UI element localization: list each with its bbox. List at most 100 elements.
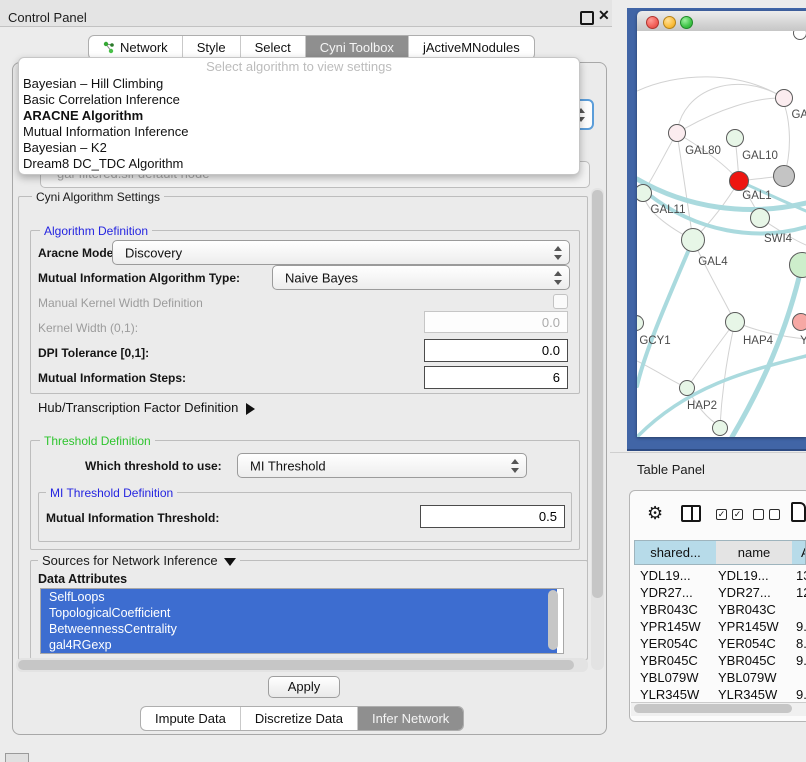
node-label: GAL bbox=[791, 109, 806, 121]
control-panel-title: Control Panel bbox=[8, 10, 87, 25]
export-table-icon[interactable] bbox=[791, 502, 806, 522]
node-label: HAP4 bbox=[743, 335, 773, 347]
data-attributes-list[interactable]: SelfLoopsTopologicalCoefficientBetweenne… bbox=[40, 588, 564, 654]
mi-type-label: Mutual Information Algorithm Type: bbox=[38, 271, 240, 285]
network-node-gal80[interactable] bbox=[668, 124, 686, 142]
sources-group-title[interactable]: Sources for Network Inference bbox=[38, 553, 240, 568]
mi-threshold-field[interactable]: 0.5 bbox=[420, 505, 565, 528]
algorithm-definition-title: Algorithm Definition bbox=[40, 224, 152, 238]
deselect-all-columns-icon[interactable] bbox=[769, 509, 780, 520]
tab-select[interactable]: Select bbox=[241, 36, 306, 59]
which-threshold-combo[interactable]: MI Threshold bbox=[237, 453, 527, 478]
hub-definition-disclosure[interactable]: Hub/Transcription Factor Definition bbox=[38, 400, 255, 415]
attr-list-scrollbar[interactable] bbox=[548, 590, 558, 650]
aracne-mode-combo[interactable]: Discovery bbox=[112, 240, 570, 265]
mi-steps-field[interactable]: 6 bbox=[424, 366, 568, 389]
table-row[interactable]: YPR145WYPR145W9. bbox=[630, 619, 806, 636]
gear-icon[interactable]: ⚙ bbox=[647, 503, 663, 524]
close-icon[interactable]: ✕ bbox=[598, 7, 610, 24]
deselect-all-columns-icon[interactable] bbox=[753, 509, 764, 520]
apply-button[interactable]: Apply bbox=[268, 676, 340, 698]
algorithm-option[interactable]: Basic Correlation Inference bbox=[23, 92, 180, 108]
table-cell: YBL079W bbox=[640, 670, 712, 685]
table-cell: YPR145W bbox=[718, 619, 790, 634]
column-header-shared[interactable]: shared... bbox=[634, 540, 717, 565]
table-hscrollbar-thumb[interactable] bbox=[634, 704, 792, 713]
algorithm-option[interactable]: Mutual Information Inference bbox=[23, 124, 188, 140]
minimize-traffic-light-icon[interactable] bbox=[663, 16, 676, 29]
table-cell: YBL079W bbox=[718, 670, 790, 685]
table-row[interactable]: YER054CYER054C8. bbox=[630, 636, 806, 653]
table-cell: YDL19... bbox=[718, 568, 790, 583]
tab-style[interactable]: Style bbox=[183, 36, 241, 59]
network-node[interactable] bbox=[712, 420, 728, 436]
network-node[interactable] bbox=[773, 165, 795, 187]
tab-impute-data[interactable]: Impute Data bbox=[141, 707, 241, 730]
kernel-width-field[interactable]: 0.0 bbox=[424, 311, 568, 333]
split-view-icon[interactable] bbox=[681, 505, 701, 522]
algorithm-option[interactable]: Bayesian – Hill Climbing bbox=[23, 76, 163, 92]
mi-type-combo[interactable]: Naive Bayes bbox=[272, 265, 570, 290]
sources-title-label: Sources for Network Inference bbox=[42, 553, 218, 568]
threshold-definition-title: Threshold Definition bbox=[40, 434, 155, 448]
algorithm-dropdown-popup: Select algorithm to view settings Bayesi… bbox=[18, 57, 580, 175]
data-attribute-item[interactable]: gal4RGexp bbox=[41, 637, 557, 653]
select-all-columns-icon[interactable]: ✓ bbox=[732, 509, 743, 520]
table-cell: YLR345W bbox=[640, 687, 712, 702]
tab-label: Style bbox=[197, 40, 226, 55]
zoom-traffic-light-icon[interactable] bbox=[680, 16, 693, 29]
network-node-y[interactable] bbox=[792, 313, 806, 331]
table-cell: 12 bbox=[796, 585, 806, 600]
node-label: GCY1 bbox=[639, 335, 670, 347]
table-cell: 9. bbox=[796, 687, 806, 702]
algorithm-option[interactable]: ARACNE Algorithm bbox=[23, 108, 143, 124]
data-attribute-item[interactable]: TopologicalCoefficient bbox=[41, 605, 557, 621]
network-icon bbox=[103, 41, 115, 54]
network-node-gal10[interactable] bbox=[726, 129, 744, 147]
tab-jactivemnodules[interactable]: jActiveMNodules bbox=[409, 36, 534, 59]
table-cell: YDL19... bbox=[640, 568, 712, 583]
tab-discretize-data[interactable]: Discretize Data bbox=[241, 707, 358, 730]
network-node-hap2[interactable] bbox=[679, 380, 695, 396]
settings-vscrollbar-thumb[interactable] bbox=[592, 190, 603, 598]
network-node-gal[interactable] bbox=[775, 89, 793, 107]
manual-kernel-checkbox[interactable] bbox=[553, 294, 568, 309]
network-node[interactable] bbox=[793, 31, 806, 40]
node-label: GAL1 bbox=[742, 190, 771, 202]
algorithm-option[interactable]: Dream8 DC_TDC Algorithm bbox=[23, 156, 183, 172]
table-row[interactable]: YBR045CYBR045C9. bbox=[630, 653, 806, 670]
table-row[interactable]: YDR27...YDR27...12 bbox=[630, 585, 806, 602]
data-attributes-label: Data Attributes bbox=[38, 572, 127, 586]
algorithm-option[interactable]: Bayesian – K2 bbox=[23, 140, 107, 156]
table-row[interactable]: YBR043CYBR043C bbox=[630, 602, 806, 619]
tab-label: Select bbox=[255, 40, 291, 55]
aracne-mode-value: Discovery bbox=[125, 245, 182, 260]
float-window-icon[interactable] bbox=[580, 11, 594, 25]
table-cell: YBR045C bbox=[640, 653, 712, 668]
data-attribute-item[interactable]: SelfLoops bbox=[41, 589, 557, 605]
dpi-tolerance-field[interactable]: 0.0 bbox=[424, 339, 568, 362]
data-attribute-item[interactable]: BetweennessCentrality bbox=[41, 621, 557, 637]
table-row[interactable]: YDL19...YDL19...13 bbox=[630, 568, 806, 585]
network-canvas[interactable]: GALGAL80GAL10GAL11GAL1SWI4GAL4GCY1HAP4YH… bbox=[637, 31, 806, 437]
network-node[interactable] bbox=[729, 171, 749, 191]
column-header-partial[interactable]: A bbox=[792, 540, 806, 565]
node-label: GAL4 bbox=[698, 256, 727, 268]
table-cell: 8. bbox=[796, 636, 806, 651]
table-cell: YBR043C bbox=[640, 602, 712, 617]
select-all-columns-icon[interactable]: ✓ bbox=[716, 509, 727, 520]
tab-network[interactable]: Network bbox=[89, 36, 183, 59]
cyni-settings-group-title: Cyni Algorithm Settings bbox=[32, 190, 164, 204]
column-header-name[interactable]: name bbox=[716, 540, 793, 565]
table-row[interactable]: YBL079W YBL079W bbox=[630, 670, 806, 687]
network-node-gal1[interactable] bbox=[750, 208, 770, 228]
collapsed-panel-icon[interactable] bbox=[5, 753, 29, 762]
network-node-gal4[interactable] bbox=[681, 228, 705, 252]
network-node-hap4[interactable] bbox=[725, 312, 745, 332]
algorithm-popup-prompt: Select algorithm to view settings bbox=[19, 59, 579, 74]
tab-infer-network[interactable]: Infer Network bbox=[358, 707, 463, 730]
settings-hscrollbar-thumb[interactable] bbox=[18, 660, 574, 670]
table-cell: 9. bbox=[796, 619, 806, 634]
close-traffic-light-icon[interactable] bbox=[646, 16, 659, 29]
tab-cyni-toolbox[interactable]: Cyni Toolbox bbox=[306, 36, 409, 59]
